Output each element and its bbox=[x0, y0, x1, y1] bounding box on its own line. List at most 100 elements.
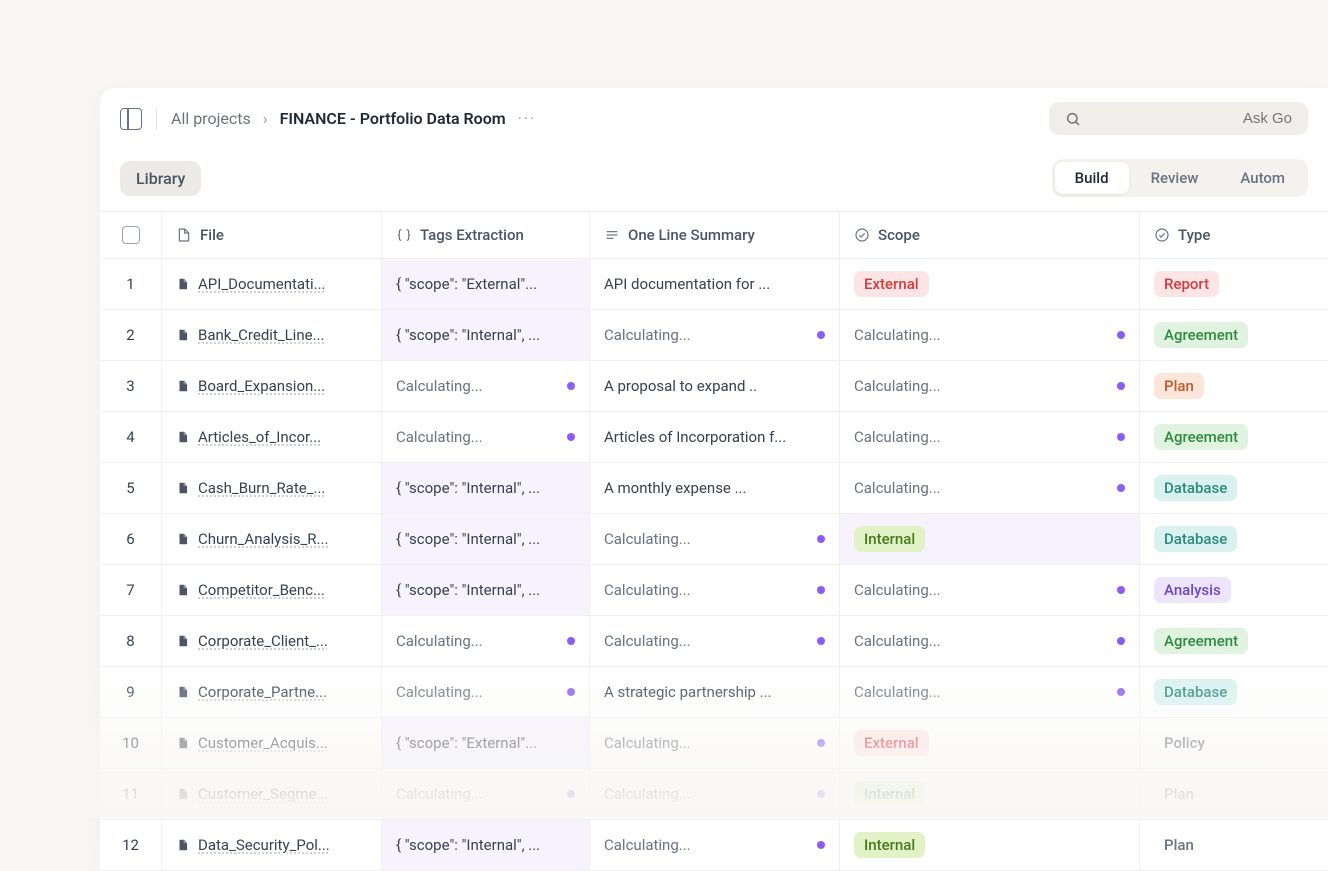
cell-type[interactable]: Policy bbox=[1140, 718, 1328, 768]
cell-file[interactable]: API_Documentati... bbox=[162, 259, 382, 309]
table-row[interactable]: 8Corporate_Client_...Calculating...Calcu… bbox=[100, 616, 1328, 667]
library-chip[interactable]: Library bbox=[120, 161, 201, 196]
table-row[interactable]: 2Bank_Credit_Line...{ "scope": "Internal… bbox=[100, 310, 1328, 361]
cell-scope[interactable]: Calculating... bbox=[840, 616, 1140, 666]
cell-tags[interactable]: { "scope": "Internal", ... bbox=[382, 310, 590, 360]
cell-summary[interactable]: Articles of Incorporation f... bbox=[590, 412, 840, 462]
cell-scope[interactable]: Internal bbox=[840, 514, 1140, 564]
cell-scope[interactable]: External bbox=[840, 259, 1140, 309]
cell-summary[interactable]: Calculating... bbox=[590, 514, 840, 564]
cell-type[interactable]: Analysis bbox=[1140, 565, 1328, 615]
cell-tags[interactable]: { "scope": "Internal", ... bbox=[382, 463, 590, 513]
cell-summary[interactable]: A monthly expense ... bbox=[590, 463, 840, 513]
cell-file[interactable]: Customer_Acquis... bbox=[162, 718, 382, 768]
search-box[interactable] bbox=[1049, 102, 1308, 135]
cell-file[interactable]: Board_Expansion... bbox=[162, 361, 382, 411]
cell-scope[interactable]: Calculating... bbox=[840, 412, 1140, 462]
cell-summary[interactable]: Calculating... bbox=[590, 310, 840, 360]
cell-scope[interactable]: Calculating... bbox=[840, 463, 1140, 513]
search-input[interactable] bbox=[1093, 110, 1292, 127]
file-name[interactable]: Customer_Segme... bbox=[198, 785, 328, 803]
file-name[interactable]: Data_Security_Pol... bbox=[198, 836, 330, 854]
file-name[interactable]: Bank_Credit_Line... bbox=[198, 326, 324, 344]
table-row[interactable]: 5Cash_Burn_Rate_...{ "scope": "Internal"… bbox=[100, 463, 1328, 514]
table-row[interactable]: 12Data_Security_Pol...{ "scope": "Intern… bbox=[100, 820, 1328, 871]
col-file[interactable]: File bbox=[162, 212, 382, 258]
cell-file[interactable]: Articles_of_Incor... bbox=[162, 412, 382, 462]
cell-tags[interactable]: Calculating... bbox=[382, 769, 590, 819]
file-name[interactable]: API_Documentati... bbox=[198, 275, 326, 293]
table-row[interactable]: 11Customer_Segme...Calculating...Calcula… bbox=[100, 769, 1328, 820]
cell-scope[interactable]: Internal bbox=[840, 769, 1140, 819]
cell-tags[interactable]: { "scope": "Internal", ... bbox=[382, 514, 590, 564]
cell-summary[interactable]: Calculating... bbox=[590, 820, 840, 870]
cell-file[interactable]: Cash_Burn_Rate_... bbox=[162, 463, 382, 513]
col-type[interactable]: Type bbox=[1140, 212, 1328, 258]
cell-tags[interactable]: { "scope": "External"... bbox=[382, 718, 590, 768]
file-name[interactable]: Cash_Burn_Rate_... bbox=[198, 479, 325, 497]
table-row[interactable]: 7Competitor_Benc...{ "scope": "Internal"… bbox=[100, 565, 1328, 616]
cell-file[interactable]: Corporate_Partne... bbox=[162, 667, 382, 717]
cell-tags[interactable]: { "scope": "Internal", ... bbox=[382, 565, 590, 615]
cell-type[interactable]: Report bbox=[1140, 259, 1328, 309]
table-row[interactable]: 3Board_Expansion...Calculating...A propo… bbox=[100, 361, 1328, 412]
file-name[interactable]: Churn_Analysis_R... bbox=[198, 530, 328, 548]
cell-tags[interactable]: Calculating... bbox=[382, 361, 590, 411]
table-row[interactable]: 9Corporate_Partne...Calculating...A stra… bbox=[100, 667, 1328, 718]
cell-file[interactable]: Corporate_Client_... bbox=[162, 616, 382, 666]
cell-tags[interactable]: { "scope": "Internal", ... bbox=[382, 820, 590, 870]
select-all-cell[interactable] bbox=[100, 212, 162, 258]
file-name[interactable]: Customer_Acquis... bbox=[198, 734, 328, 752]
cell-file[interactable]: Churn_Analysis_R... bbox=[162, 514, 382, 564]
cell-type[interactable]: Plan bbox=[1140, 820, 1328, 870]
cell-file[interactable]: Data_Security_Pol... bbox=[162, 820, 382, 870]
file-name[interactable]: Corporate_Partne... bbox=[198, 683, 327, 701]
file-name[interactable]: Competitor_Benc... bbox=[198, 581, 325, 599]
cell-tags[interactable]: { "scope": "External"... bbox=[382, 259, 590, 309]
cell-type[interactable]: Database bbox=[1140, 667, 1328, 717]
table-row[interactable]: 6Churn_Analysis_R...{ "scope": "Internal… bbox=[100, 514, 1328, 565]
cell-file[interactable]: Customer_Segme... bbox=[162, 769, 382, 819]
tab-review[interactable]: Review bbox=[1131, 162, 1219, 194]
cell-tags[interactable]: Calculating... bbox=[382, 667, 590, 717]
cell-scope[interactable]: Calculating... bbox=[840, 667, 1140, 717]
cell-summary[interactable]: Calculating... bbox=[590, 718, 840, 768]
panel-toggle-icon[interactable] bbox=[120, 108, 142, 130]
file-name[interactable]: Corporate_Client_... bbox=[198, 632, 328, 650]
cell-summary[interactable]: A proposal to expand .. bbox=[590, 361, 840, 411]
cell-file[interactable]: Competitor_Benc... bbox=[162, 565, 382, 615]
cell-summary[interactable]: Calculating... bbox=[590, 616, 840, 666]
cell-type[interactable]: Agreement bbox=[1140, 616, 1328, 666]
cell-summary[interactable]: API documentation for ... bbox=[590, 259, 840, 309]
cell-type[interactable]: Agreement bbox=[1140, 412, 1328, 462]
cell-summary[interactable]: Calculating... bbox=[590, 769, 840, 819]
breadcrumb-current[interactable]: FINANCE - Portfolio Data Room bbox=[280, 109, 506, 128]
cell-type[interactable]: Agreement bbox=[1140, 310, 1328, 360]
cell-type[interactable]: Plan bbox=[1140, 361, 1328, 411]
cell-file[interactable]: Bank_Credit_Line... bbox=[162, 310, 382, 360]
table-row[interactable]: 1API_Documentati...{ "scope": "External"… bbox=[100, 259, 1328, 310]
table-row[interactable]: 4Articles_of_Incor...Calculating...Artic… bbox=[100, 412, 1328, 463]
col-scope[interactable]: Scope bbox=[840, 212, 1140, 258]
file-name[interactable]: Board_Expansion... bbox=[198, 377, 325, 395]
checkbox-icon[interactable] bbox=[122, 226, 140, 244]
cell-scope[interactable]: Calculating... bbox=[840, 565, 1140, 615]
col-summary[interactable]: One Line Summary bbox=[590, 212, 840, 258]
tab-build[interactable]: Build bbox=[1055, 162, 1129, 194]
table-row[interactable]: 10Customer_Acquis...{ "scope": "External… bbox=[100, 718, 1328, 769]
cell-type[interactable]: Database bbox=[1140, 463, 1328, 513]
cell-scope[interactable]: Internal bbox=[840, 820, 1140, 870]
cell-tags[interactable]: Calculating... bbox=[382, 616, 590, 666]
breadcrumb-root[interactable]: All projects bbox=[171, 109, 251, 128]
col-tags[interactable]: Tags Extraction bbox=[382, 212, 590, 258]
cell-tags[interactable]: Calculating... bbox=[382, 412, 590, 462]
cell-scope[interactable]: External bbox=[840, 718, 1140, 768]
file-name[interactable]: Articles_of_Incor... bbox=[198, 428, 321, 446]
tab-automate[interactable]: Autom bbox=[1220, 162, 1305, 194]
cell-type[interactable]: Database bbox=[1140, 514, 1328, 564]
cell-scope[interactable]: Calculating... bbox=[840, 361, 1140, 411]
cell-scope[interactable]: Calculating... bbox=[840, 310, 1140, 360]
breadcrumb-more[interactable]: ··· bbox=[518, 109, 537, 128]
cell-type[interactable]: Plan bbox=[1140, 769, 1328, 819]
cell-summary[interactable]: Calculating... bbox=[590, 565, 840, 615]
